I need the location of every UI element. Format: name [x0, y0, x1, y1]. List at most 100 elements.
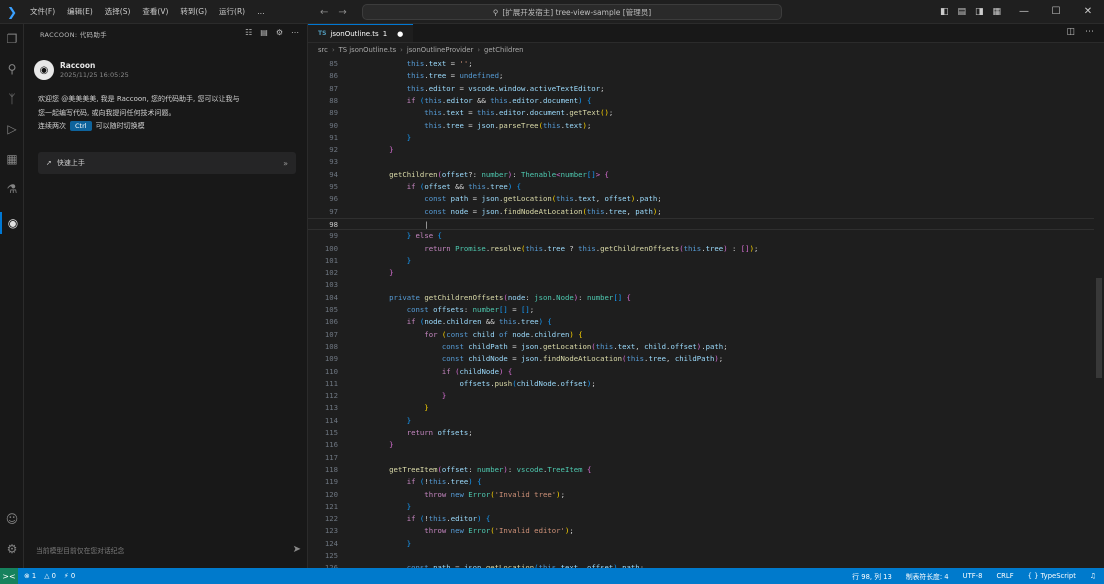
line-number: 86 [329, 71, 338, 81]
code-line[interactable]: 119 if (!this.tree) { [308, 476, 1098, 488]
code-line[interactable]: 95 if (offset && this.tree) { [308, 181, 1098, 193]
command-center-search[interactable]: ⚲ [扩展开发宿主] tree-view-sample [管理员] [362, 4, 782, 20]
code-line[interactable]: 103 [308, 279, 1098, 291]
menu-view[interactable]: 查看(V) [136, 0, 174, 24]
code-line[interactable]: 102 } [308, 267, 1098, 279]
search-icon[interactable]: ⚲ [0, 58, 24, 80]
run-debug-icon[interactable]: ▷ [0, 118, 24, 140]
scrollbar-thumb[interactable] [1096, 278, 1102, 378]
more-actions-icon[interactable]: ⋯ [291, 28, 299, 37]
source-control-icon[interactable]: ᛉ [0, 88, 24, 110]
extensions-icon[interactable]: ▦ [0, 148, 24, 170]
code-line[interactable]: 88 if (this.editor && this.editor.docume… [308, 95, 1098, 107]
code-line[interactable]: 106 if (node.children && this.tree) { [308, 316, 1098, 328]
code-line[interactable]: 94 getChildren(offset?: number): Thenabl… [308, 169, 1098, 181]
code-line[interactable]: 110 if (childNode) { [308, 366, 1098, 378]
code-line[interactable]: 105 const offsets: number[] = []; [308, 304, 1098, 316]
message-text: 欢迎您 @美美美美, 我是 Raccoon, 您的代码助手, 您可以让我与 您一… [34, 92, 304, 120]
toggle-primary-sidebar-icon[interactable]: ◧ [940, 7, 949, 17]
breadcrumb-file[interactable]: TS jsonOutline.ts [339, 46, 396, 54]
code-line[interactable]: 118 getTreeItem(offset: number): vscode.… [308, 464, 1098, 476]
quickstart-button[interactable]: ➚ 快速上手 » [38, 152, 296, 174]
remote-indicator-icon[interactable]: >< [0, 568, 18, 584]
more-actions-icon[interactable]: ⋯ [1085, 27, 1094, 37]
code-line[interactable]: 125 [308, 550, 1098, 562]
code-line[interactable]: 108 const childPath = json.getLocation(t… [308, 341, 1098, 353]
chat-input[interactable]: 当前模型目前仅在您对话纪念 [34, 540, 302, 560]
code-line[interactable]: 92 } [308, 144, 1098, 156]
code-line[interactable]: 91 } [308, 132, 1098, 144]
code-line[interactable]: 107 for (const child of node.children) { [308, 329, 1098, 341]
code-line[interactable]: 89 this.text = this.editor.document.getT… [308, 107, 1098, 119]
modified-dot-icon[interactable]: ● [397, 30, 403, 38]
code-line[interactable]: 111 offsets.push(childNode.offset); [308, 378, 1098, 390]
menu-file[interactable]: 文件(F) [24, 0, 61, 24]
code-line[interactable]: 114 } [308, 415, 1098, 427]
testing-icon[interactable]: ⚗ [0, 178, 24, 200]
line-number: 117 [324, 452, 338, 462]
maximize-icon[interactable]: ☐ [1040, 0, 1072, 24]
menu-edit[interactable]: 编辑(E) [61, 0, 99, 24]
code-line[interactable]: 121 } [308, 501, 1098, 513]
code-line[interactable]: 90 this.tree = json.parseTree(this.text)… [308, 120, 1098, 132]
code-line[interactable]: 120 throw new Error('Invalid tree'); [308, 489, 1098, 501]
encoding[interactable]: UTF-8 [963, 572, 983, 580]
code-line[interactable]: 104 private getChildrenOffsets(node: jso… [308, 292, 1098, 304]
code-line[interactable]: 113 } [308, 402, 1098, 414]
line-code: return Promise.resolve(this.tree ? this.… [424, 243, 759, 253]
vertical-scrollbar[interactable] [1094, 58, 1104, 568]
breadcrumb-src[interactable]: src [318, 46, 328, 54]
code-editor[interactable]: 85 this.text = ''; 86 this.tree = undefin… [308, 58, 1104, 572]
chat-message: ◉ Raccoon 2025/11/25 16:05:25 欢迎您 @美美美美,… [34, 60, 304, 131]
code-line[interactable]: 87 this.editor = vscode.window.activeTex… [308, 83, 1098, 95]
menu-selection[interactable]: 选择(S) [99, 0, 137, 24]
settings-gear-icon[interactable]: ⚙ [0, 538, 24, 560]
code-line[interactable]: 98 | [308, 217, 1098, 231]
back-arrow-icon[interactable]: ← [320, 7, 328, 18]
breadcrumb-class[interactable]: jsonOutlineProvider [407, 46, 473, 54]
code-line[interactable]: 115 return offsets; [308, 427, 1098, 439]
code-line[interactable]: 109 const childNode = json.findNodeAtLoc… [308, 353, 1098, 365]
code-line[interactable]: 117 [308, 452, 1098, 464]
accounts-icon[interactable]: ☺ [0, 508, 24, 530]
code-line[interactable]: 96 const path = json.getLocation(this.te… [308, 193, 1098, 205]
customize-layout-icon[interactable]: ▦ [993, 7, 1002, 17]
indentation[interactable]: 制表符长度: 4 [906, 571, 949, 581]
toggle-secondary-sidebar-icon[interactable]: ◨ [975, 7, 984, 17]
errors-count[interactable]: ⊗ 1 [24, 572, 36, 580]
explorer-icon[interactable]: ❐ [0, 28, 24, 50]
toggle-panel-icon[interactable]: ▤ [958, 7, 967, 17]
close-icon[interactable]: ✕ [1072, 0, 1104, 24]
send-icon[interactable]: ➤ [293, 544, 301, 555]
notifications-bell-icon[interactable]: ♫ [1090, 572, 1096, 580]
menu-run[interactable]: 运行(R) [213, 0, 251, 24]
menu-go[interactable]: 转到(G) [174, 0, 213, 24]
code-line[interactable]: 97 const node = json.findNodeAtLocation(… [308, 206, 1098, 218]
code-line[interactable]: 100 return Promise.resolve(this.tree ? t… [308, 243, 1098, 255]
code-line[interactable]: 99 } else { [308, 230, 1098, 242]
split-editor-icon[interactable]: ◫ [1066, 27, 1075, 37]
settings-gear-icon[interactable]: ⚙ [276, 28, 283, 37]
warnings-count[interactable]: △ 0 [44, 572, 56, 580]
breadcrumb-method[interactable]: getChildren [484, 46, 523, 54]
forward-arrow-icon[interactable]: → [338, 7, 346, 18]
code-line[interactable]: 101 } [308, 255, 1098, 267]
end-of-line[interactable]: CRLF [996, 572, 1013, 580]
code-line[interactable]: 123 throw new Error('Invalid editor'); [308, 525, 1098, 537]
code-line[interactable]: 124 } [308, 538, 1098, 550]
code-line[interactable]: 93 [308, 156, 1098, 168]
new-chat-icon[interactable]: ▤ [260, 28, 268, 37]
code-line[interactable]: 85 this.text = ''; [308, 58, 1098, 70]
tab-jsonoutline[interactable]: TS jsonOutline.ts 1 ● [308, 24, 414, 42]
menu-more[interactable]: … [251, 0, 271, 24]
language-mode[interactable]: { } TypeScript [1028, 572, 1076, 580]
code-line[interactable]: 112 } [308, 390, 1098, 402]
minimize-icon[interactable]: — [1008, 0, 1040, 24]
ports-count[interactable]: ⚡ 0 [64, 572, 75, 580]
history-icon[interactable]: ☷ [245, 28, 252, 37]
raccoon-icon[interactable]: ◉ [0, 212, 24, 234]
code-line[interactable]: 122 if (!this.editor) { [308, 513, 1098, 525]
code-line[interactable]: 86 this.tree = undefined; [308, 70, 1098, 82]
code-line[interactable]: 116 } [308, 439, 1098, 451]
cursor-position[interactable]: 行 98, 列 13 [852, 571, 892, 581]
